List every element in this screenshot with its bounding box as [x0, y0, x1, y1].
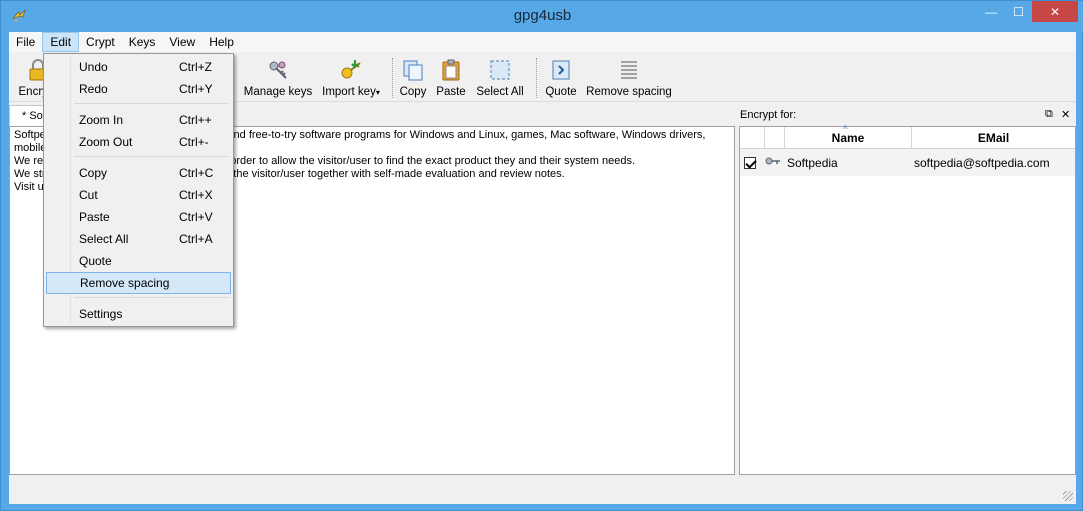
- maximize-button[interactable]: ☐: [1005, 1, 1032, 23]
- row-type-cell: [765, 155, 785, 170]
- menu-separator: [74, 156, 229, 157]
- column-header-type[interactable]: [765, 127, 785, 149]
- menu-item-shortcut: Ctrl+A: [179, 232, 213, 246]
- remove-spacing-icon: [621, 61, 637, 79]
- row-name: Softpedia: [787, 155, 838, 170]
- menu-item-paste[interactable]: Paste Ctrl+V: [46, 206, 231, 228]
- column-header-name[interactable]: ^ Name: [785, 124, 912, 149]
- close-button[interactable]: ✕: [1032, 1, 1078, 22]
- menu-help[interactable]: Help: [202, 32, 241, 52]
- menu-item-shortcut: Ctrl+-: [179, 135, 209, 149]
- menu-item-label: Copy: [79, 166, 108, 180]
- select-all-button[interactable]: Select All: [475, 56, 525, 100]
- paste-button[interactable]: Paste: [435, 56, 467, 100]
- menu-item-label: Undo: [79, 60, 108, 74]
- menu-item-label: Settings: [79, 307, 123, 321]
- resize-grip[interactable]: [1063, 491, 1073, 501]
- menu-item-label: Cut: [79, 188, 98, 202]
- row-check-cell: [740, 156, 765, 169]
- manage-keys-label: Manage keys: [243, 86, 313, 98]
- paste-icon: [442, 59, 460, 81]
- menu-item-label: Quote: [79, 254, 112, 268]
- import-key-button[interactable]: Import key▾: [321, 56, 381, 100]
- menu-item-copy[interactable]: Copy Ctrl+C: [46, 162, 231, 184]
- menu-item-select-all[interactable]: Select All Ctrl+A: [46, 228, 231, 250]
- keys-icon: [269, 61, 287, 79]
- menu-file[interactable]: File: [9, 32, 42, 52]
- close-panel-icon[interactable]: ✕: [1061, 108, 1070, 121]
- title-bar: gpg4usb — ☐ ✕: [1, 1, 1083, 32]
- menu-item-label: Select All: [79, 232, 129, 246]
- menu-item-remove-spacing[interactable]: Remove spacing: [46, 272, 231, 294]
- quote-label: Quote: [545, 86, 577, 98]
- menu-item-shortcut: Ctrl+Z: [179, 60, 212, 74]
- menu-item-shortcut: Ctrl+Y: [179, 82, 213, 96]
- select-all-label: Select All: [476, 86, 524, 98]
- menu-item-quote[interactable]: Quote: [46, 250, 231, 272]
- copy-label: Copy: [399, 86, 427, 98]
- quote-button[interactable]: Quote: [543, 56, 579, 100]
- menu-item-settings[interactable]: Settings: [46, 303, 231, 325]
- manage-keys-button[interactable]: Manage keys: [243, 56, 313, 100]
- copy-button[interactable]: Copy: [397, 56, 429, 100]
- menu-item-zoom-out[interactable]: Zoom Out Ctrl+-: [46, 131, 231, 153]
- import-key-icon: [341, 60, 361, 79]
- column-name-label: Name: [831, 131, 865, 145]
- float-panel-icon[interactable]: ⧉: [1045, 108, 1053, 121]
- menu-item-redo[interactable]: Redo Ctrl+Y: [46, 78, 231, 100]
- menu-item-zoom-in[interactable]: Zoom In Ctrl++: [46, 109, 231, 131]
- remove-spacing-label: Remove spacing: [586, 86, 672, 98]
- window-title: gpg4usb: [513, 7, 572, 24]
- row-email: softpedia@softpedia.com: [914, 155, 1050, 170]
- menu-item-label: Remove spacing: [80, 276, 170, 290]
- menu-item-undo[interactable]: Undo Ctrl+Z: [46, 56, 231, 78]
- column-header-email[interactable]: EMail: [912, 127, 1075, 149]
- menu-item-label: Zoom Out: [79, 135, 133, 149]
- table-header: ^ Name EMail: [740, 124, 1075, 149]
- panel-header: Encrypt for: ⧉ ✕: [739, 105, 1076, 125]
- status-bar: [9, 478, 1076, 504]
- menu-separator: [74, 103, 229, 104]
- menu-item-shortcut: Ctrl+C: [179, 166, 214, 180]
- key-checkbox[interactable]: [744, 156, 756, 169]
- minimize-button[interactable]: —: [977, 1, 1005, 23]
- table-row[interactable]: Softpedia softpedia@softpedia.com: [740, 149, 1075, 176]
- toolbar-separator: [392, 58, 393, 98]
- key-table: ^ Name EMail Softpedia softpedia@softped…: [739, 124, 1076, 475]
- sort-arrow-icon: ^: [843, 124, 848, 133]
- menu-keys[interactable]: Keys: [122, 32, 163, 52]
- column-header-check[interactable]: [740, 127, 765, 149]
- select-all-icon: [490, 60, 510, 80]
- menu-item-shortcut: Ctrl++: [179, 113, 212, 127]
- menu-item-label: Redo: [79, 82, 108, 96]
- paste-label: Paste: [436, 86, 466, 98]
- menu-separator: [74, 297, 229, 298]
- toolbar-separator: [536, 58, 537, 98]
- menu-item-shortcut: Ctrl+V: [179, 210, 213, 224]
- menu-edit[interactable]: Edit: [42, 32, 80, 52]
- quote-icon: [552, 60, 570, 80]
- menu-item-label: Paste: [79, 210, 110, 224]
- key-pair-icon: [765, 157, 780, 165]
- menu-bar: File Edit Crypt Keys View Help: [9, 32, 1076, 52]
- menu-item-shortcut: Ctrl+X: [179, 188, 213, 202]
- copy-icon: [403, 60, 423, 81]
- encrypt-for-panel: Encrypt for: ⧉ ✕ ^ Name EMail Softpedia …: [739, 105, 1076, 475]
- edit-menu-dropdown: Undo Ctrl+Z Redo Ctrl+Y Zoom In Ctrl++ Zoom…: [43, 53, 234, 327]
- menu-item-label: Zoom In: [79, 113, 124, 127]
- remove-spacing-button[interactable]: Remove spacing: [586, 56, 672, 100]
- window-frame: gpg4usb — ☐ ✕ File Edit Crypt Keys View …: [0, 0, 1083, 511]
- menu-crypt[interactable]: Crypt: [79, 32, 122, 52]
- menu-item-cut[interactable]: Cut Ctrl+X: [46, 184, 231, 206]
- import-key-label: Import key▾: [322, 86, 380, 98]
- menu-view[interactable]: View: [162, 32, 202, 52]
- panel-title: Encrypt for:: [740, 109, 797, 121]
